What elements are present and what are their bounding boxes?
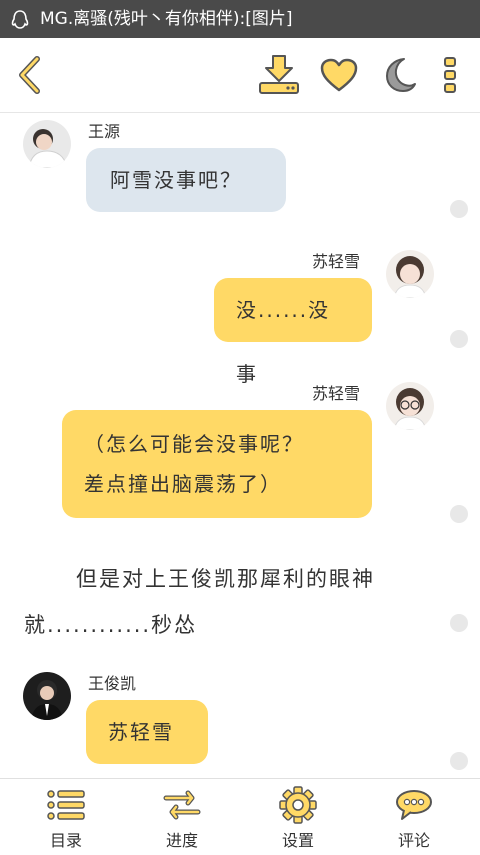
avatar-wang-junkai <box>23 672 71 720</box>
nav-label: 评论 <box>397 831 430 850</box>
favorite-button[interactable] <box>318 54 360 96</box>
sender-name: 苏轻雪 <box>312 252 361 271</box>
message-bubble: （怎么可能会没事呢？ 差点撞出脑震荡了） <box>62 410 372 518</box>
sender-name: 王俊凯 <box>88 674 137 693</box>
nav-comments[interactable]: 评论 <box>354 779 474 855</box>
sender-name: 王源 <box>88 122 121 141</box>
avatar-su-qingxue <box>386 382 434 430</box>
nav-label: 目录 <box>49 831 82 850</box>
chevron-left-icon <box>19 56 40 94</box>
message-line: （怎么可能会没事呢？ <box>84 432 304 456</box>
list-icon <box>47 790 85 820</box>
qq-penguin-icon <box>11 10 29 29</box>
scroll-marker <box>450 752 468 770</box>
scroll-marker <box>450 614 468 632</box>
notification-title: MG.离骚(残叶丶有你相伴):[图片] <box>40 9 293 29</box>
message-bubble: 苏轻雪 <box>86 700 208 764</box>
reader-toolbar <box>0 38 480 113</box>
nav-progress[interactable]: 进度 <box>122 779 242 855</box>
chat-story-content[interactable]: 王源 阿雪没事吧？ 苏轻雪 没......没事 苏轻雪 （怎么可能会没事呢？ 差… <box>0 112 480 778</box>
nav-label: 进度 <box>165 831 198 850</box>
comment-bubble-icon <box>396 790 432 820</box>
narration-text: 但是对上王俊凯那犀利的眼神 就............秒怂 <box>24 556 444 648</box>
download-button[interactable] <box>256 54 302 96</box>
avatar-su-qingxue <box>386 250 434 298</box>
night-mode-button[interactable] <box>378 54 420 96</box>
nav-catalog[interactable]: 目录 <box>6 779 126 855</box>
nav-settings[interactable]: 设置 <box>238 779 358 855</box>
scroll-marker <box>450 505 468 523</box>
message-bubble: 阿雪没事吧？ <box>86 148 286 212</box>
avatar-wang-yuan <box>23 120 71 168</box>
narration-line: 但是对上王俊凯那犀利的眼神 <box>76 567 375 591</box>
back-button[interactable] <box>12 54 46 96</box>
moon-icon <box>386 58 416 92</box>
gear-icon <box>279 786 317 824</box>
message-bubble: 没......没事 <box>214 278 372 386</box>
nav-label: 设置 <box>281 831 314 850</box>
more-button[interactable] <box>440 54 460 96</box>
bottom-nav: 目录 进度 设置 评论 <box>0 778 480 855</box>
download-icon <box>259 55 299 94</box>
narration-line: 就............秒怂 <box>24 613 198 637</box>
scroll-marker <box>450 200 468 218</box>
status-bar: MG.离骚(残叶丶有你相伴):[图片] <box>0 0 480 38</box>
swap-arrows-icon <box>163 790 201 820</box>
message-line: 差点撞出脑震荡了） <box>84 472 282 496</box>
heart-icon <box>320 58 358 92</box>
sender-name: 苏轻雪 <box>312 384 361 403</box>
more-vertical-icon <box>444 57 456 93</box>
scroll-marker <box>450 330 468 348</box>
